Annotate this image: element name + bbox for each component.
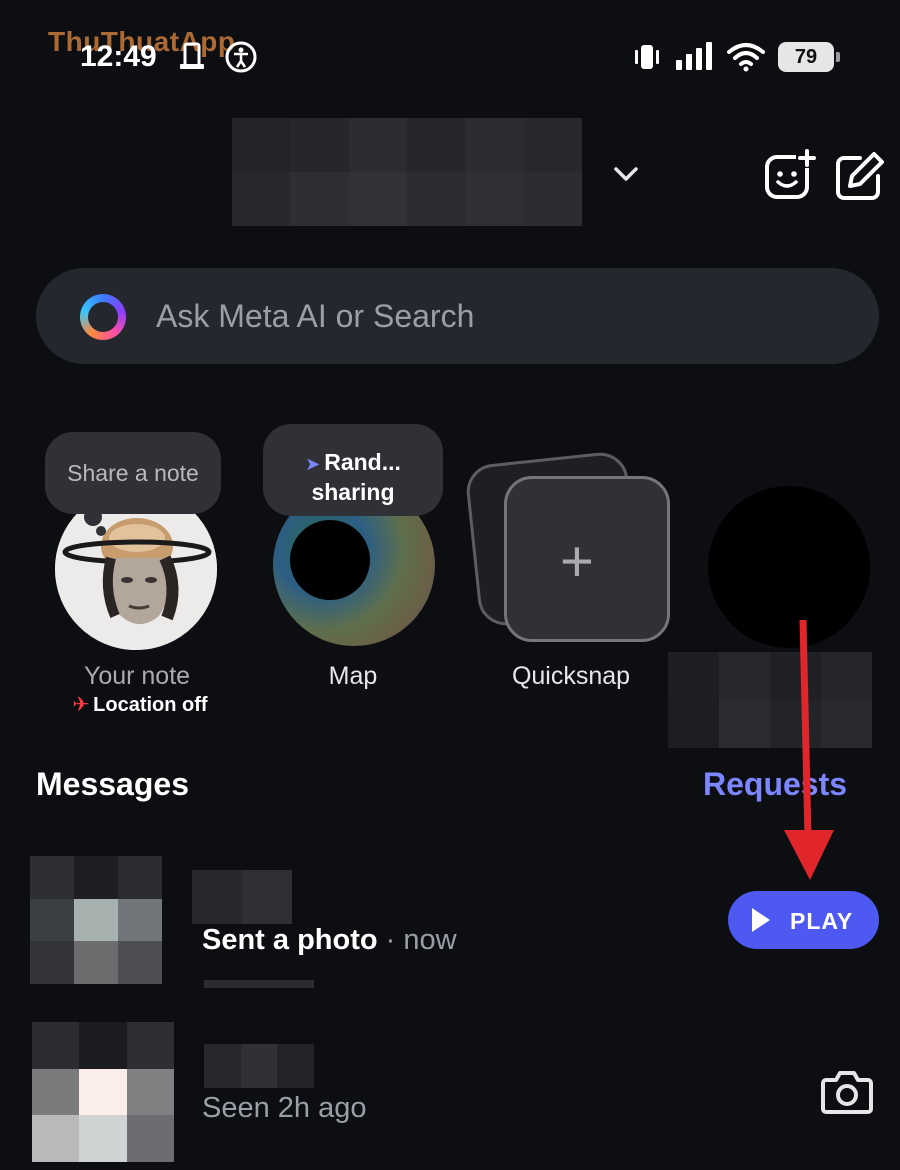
thread-preview[interactable]: Sent a photo · now: [202, 924, 457, 957]
chevron-down-icon[interactable]: [610, 158, 642, 190]
quicksnap-label: Quicksnap: [511, 662, 631, 690]
location-off-icon: ✈: [72, 694, 90, 716]
messages-title: Messages: [36, 766, 189, 802]
map-sharing-bubble[interactable]: ➤ Rand... sharing: [263, 424, 443, 516]
plus-icon: +: [560, 529, 594, 594]
note-bubble-tail: [84, 508, 102, 526]
username-blurred[interactable]: [232, 118, 582, 226]
map-location-dot: [290, 520, 370, 600]
location-arrow-icon: ➤: [305, 454, 321, 474]
search-input[interactable]: Ask Meta AI or Search: [156, 298, 474, 335]
new-note-face-icon[interactable]: [762, 148, 818, 204]
thread-preview[interactable]: Seen 2h ago: [202, 1092, 366, 1125]
note-bubble[interactable]: Share a note: [45, 432, 221, 514]
signal-icon: [676, 42, 712, 70]
annotation-arrow-icon: [784, 619, 834, 880]
camera-icon[interactable]: [820, 1066, 874, 1116]
compose-icon[interactable]: [832, 148, 888, 204]
thread-avatar[interactable]: [30, 856, 162, 984]
thread-avatar[interactable]: [32, 1022, 174, 1162]
map-bubble-line2: sharing: [311, 479, 395, 505]
map-bubble-line1: Rand...: [324, 449, 401, 475]
thread-preview-separator: ·: [377, 924, 404, 956]
map-label: Map: [328, 662, 378, 690]
your-note-label: Your note: [83, 662, 191, 690]
thread-time: now: [403, 924, 457, 956]
thread-preview-bold: Sent a photo: [202, 924, 378, 956]
status-time: 12:49: [80, 40, 157, 73]
play-button[interactable]: PLAY: [728, 891, 879, 949]
thread-name-blurred[interactable]: [204, 1044, 314, 1088]
battery-indicator: 79: [778, 42, 840, 72]
thread-name-blurred[interactable]: [192, 870, 292, 924]
thread-preview-underline: [204, 980, 314, 988]
screen-mirror-icon: [180, 42, 204, 69]
vibrate-icon: [635, 45, 659, 69]
note-bubble-tail-small: [96, 526, 106, 536]
location-off-text: Location off: [93, 694, 208, 716]
play-icon: [752, 908, 770, 932]
play-label: PLAY: [790, 908, 854, 934]
location-off-label: ✈ Location off: [52, 692, 228, 717]
wifi-icon: [727, 43, 765, 72]
accessibility-icon: [225, 41, 257, 73]
meta-ai-ring-icon[interactable]: [80, 294, 126, 340]
